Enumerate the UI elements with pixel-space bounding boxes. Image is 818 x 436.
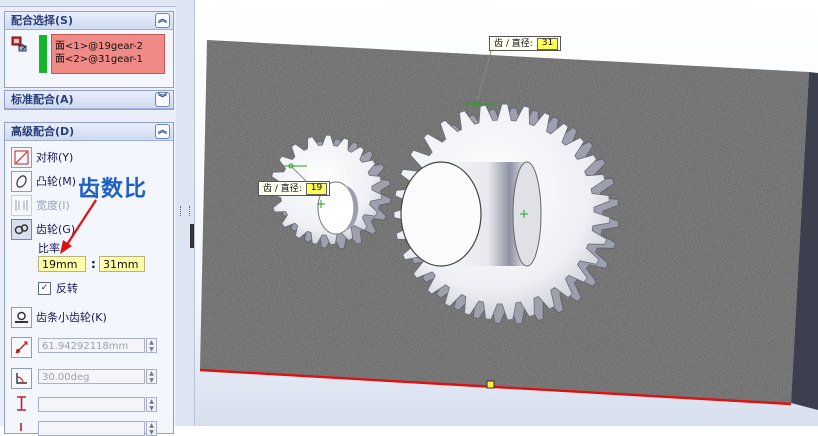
width-mate-icon bbox=[11, 194, 32, 216]
large-gear-hub-face bbox=[400, 161, 482, 267]
min-distance-input[interactable] bbox=[38, 421, 145, 436]
min-limit-icon bbox=[15, 421, 27, 431]
reverse-label: 反转 bbox=[56, 282, 78, 295]
arrow-icon bbox=[60, 199, 97, 254]
rack-pinion-option[interactable]: 齿条小齿轮(K) bbox=[11, 306, 107, 328]
checkbox-checked-icon[interactable]: ✓ bbox=[38, 281, 51, 295]
double-chevron-down-icon[interactable]: ︾ bbox=[155, 92, 170, 107]
cam-mate-icon bbox=[11, 170, 32, 192]
cam-mate-label: 凸轮(M) bbox=[36, 175, 77, 188]
callout-small-label: 齿 / 直径: bbox=[263, 183, 302, 194]
standard-mates-group: 标准配合(A) ︾ bbox=[4, 90, 174, 110]
mate-entity-item[interactable]: 面<2>@31gear-1 bbox=[55, 50, 143, 65]
selection-icon bbox=[11, 35, 29, 53]
edge-midpoint-handle bbox=[486, 380, 495, 389]
callout-large-label: 齿 / 直径: bbox=[494, 38, 533, 49]
property-manager-panel: 配合选择(S) ︽ 面<1>@19gear-2 面<2>@31gear-1 标准… bbox=[0, 0, 177, 436]
advanced-mates-group: 高级配合(D) ︽ 对称(Y) 凸轮(M) 宽度(I) 齿轮(G) 比率 19m… bbox=[4, 122, 174, 436]
rack-pinion-label: 齿条小齿轮(K) bbox=[36, 311, 107, 324]
mate-entities-list[interactable]: 面<1>@19gear-2 面<2>@31gear-1 bbox=[51, 34, 165, 74]
rack-pinion-icon bbox=[11, 306, 32, 328]
teeth-diameter-callout-small[interactable]: 齿 / 直径: 19 bbox=[258, 181, 331, 196]
ratio-right-input[interactable]: 31mm bbox=[99, 256, 145, 272]
double-chevron-up-icon[interactable]: ︽ bbox=[155, 13, 170, 28]
angle-spinner[interactable]: ▲ ▼ bbox=[146, 369, 157, 384]
standard-mates-title: 标准配合(A) bbox=[11, 93, 74, 106]
symmetric-mate-label: 对称(Y) bbox=[36, 151, 74, 164]
advanced-mates-title: 高级配合(D) bbox=[11, 125, 75, 138]
symmetric-mate-option[interactable]: 对称(Y) bbox=[11, 146, 74, 168]
distance-spinner[interactable]: ▲ ▼ bbox=[146, 338, 157, 353]
advanced-mates-header[interactable]: 高级配合(D) ︽ bbox=[5, 123, 173, 141]
panel-top-toolbar bbox=[0, 0, 176, 7]
callout-large-value[interactable]: 31 bbox=[536, 37, 559, 50]
double-chevron-up-icon[interactable]: ︽ bbox=[155, 124, 170, 139]
max-distance-spinner[interactable]: ▲ ▼ bbox=[146, 397, 157, 412]
collapse-handle-icon[interactable] bbox=[190, 224, 194, 248]
distance-icon bbox=[11, 337, 32, 358]
splitter-grip-icon[interactable] bbox=[180, 206, 190, 216]
ratio-left-input[interactable]: 19mm bbox=[38, 256, 86, 272]
mate-selection-header[interactable]: 配合选择(S) ︽ bbox=[5, 12, 173, 30]
limit-icon bbox=[13, 395, 30, 412]
distance-input[interactable]: 61.94292118mm bbox=[38, 338, 145, 353]
mate-selection-group: 配合选择(S) ︽ 面<1>@19gear-2 面<2>@31gear-1 bbox=[4, 11, 174, 88]
angle-icon bbox=[11, 368, 32, 389]
max-distance-input[interactable] bbox=[38, 397, 145, 412]
standard-mates-header[interactable]: 标准配合(A) ︾ bbox=[5, 91, 173, 109]
panel-splitter[interactable] bbox=[176, 0, 195, 426]
gear-assembly-scene[interactable] bbox=[195, 0, 818, 426]
min-distance-spinner[interactable]: ▲ ▼ bbox=[146, 421, 157, 436]
teeth-diameter-callout-large[interactable]: 齿 / 直径: 31 bbox=[489, 36, 562, 51]
symmetric-mate-icon bbox=[11, 146, 32, 168]
callout-small-value[interactable]: 19 bbox=[305, 182, 328, 195]
reverse-checkbox-row[interactable]: ✓ 反转 bbox=[38, 281, 78, 295]
mate-selection-title: 配合选择(S) bbox=[11, 14, 73, 27]
cam-mate-option[interactable]: 凸轮(M) bbox=[11, 170, 77, 192]
angle-input[interactable]: 30.00deg bbox=[38, 369, 145, 384]
ratio-separator: : bbox=[91, 257, 96, 271]
graphics-viewport[interactable]: 齿 / 直径: 31 齿 / 直径: 19 bbox=[195, 0, 818, 426]
gear-mate-icon bbox=[11, 218, 32, 240]
selection-active-bar bbox=[39, 35, 47, 73]
